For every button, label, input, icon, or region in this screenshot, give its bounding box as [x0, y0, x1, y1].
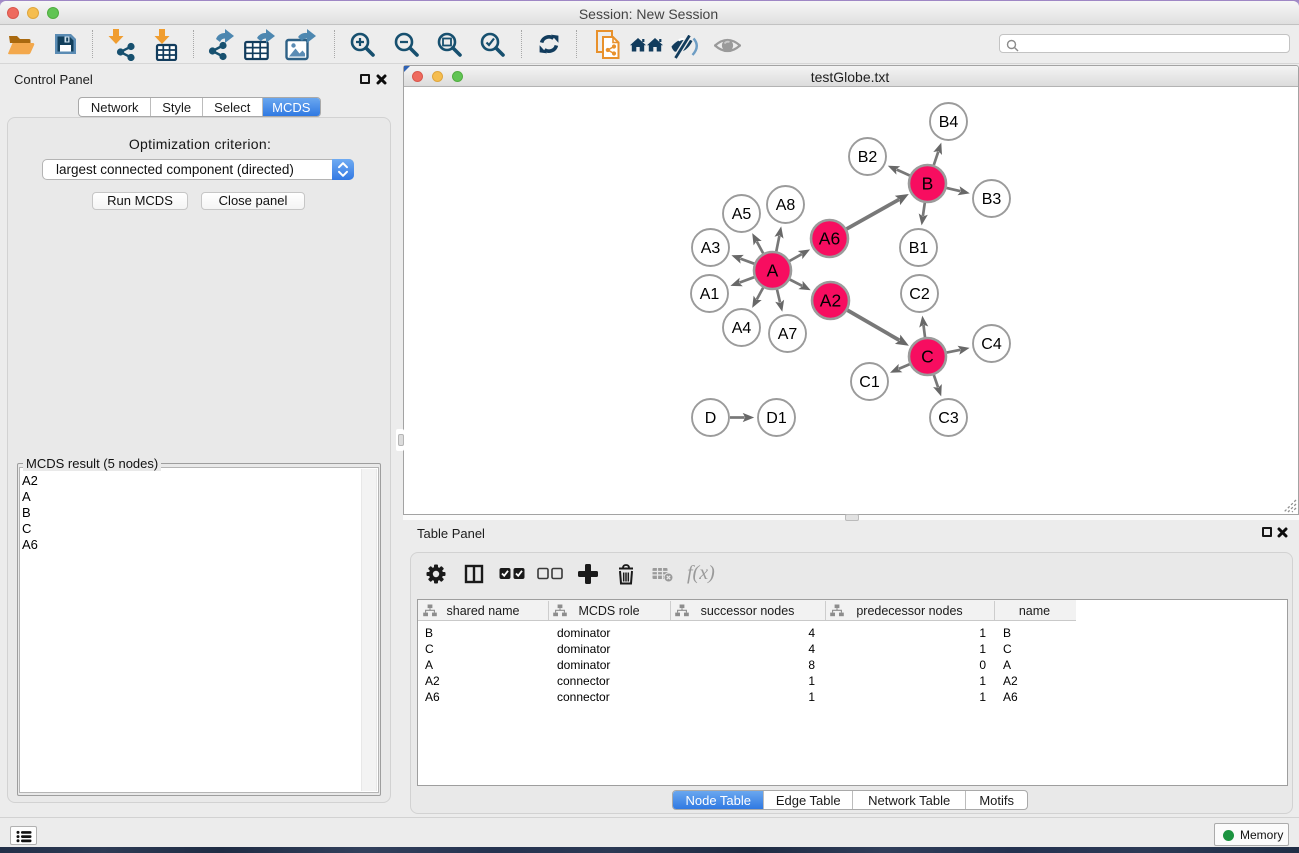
svg-text:C1: C1 — [859, 374, 880, 391]
svg-text:C2: C2 — [909, 286, 930, 303]
svg-text:A7: A7 — [778, 326, 798, 343]
svg-text:C3: C3 — [938, 410, 959, 427]
svg-text:B3: B3 — [982, 191, 1002, 208]
svg-text:C: C — [921, 347, 934, 367]
svg-text:B: B — [922, 174, 934, 194]
svg-text:B1: B1 — [909, 240, 929, 257]
svg-text:B2: B2 — [858, 149, 878, 166]
svg-text:A3: A3 — [701, 240, 721, 257]
svg-text:D: D — [705, 410, 717, 427]
svg-text:A6: A6 — [819, 229, 840, 249]
svg-text:A8: A8 — [776, 197, 796, 214]
svg-text:A4: A4 — [732, 320, 752, 337]
svg-text:A2: A2 — [820, 291, 841, 311]
svg-text:D1: D1 — [766, 410, 787, 427]
svg-text:A5: A5 — [732, 206, 752, 223]
svg-text:A1: A1 — [700, 286, 720, 303]
svg-text:C4: C4 — [981, 336, 1002, 353]
svg-text:A: A — [767, 261, 779, 281]
svg-text:B4: B4 — [939, 114, 959, 131]
